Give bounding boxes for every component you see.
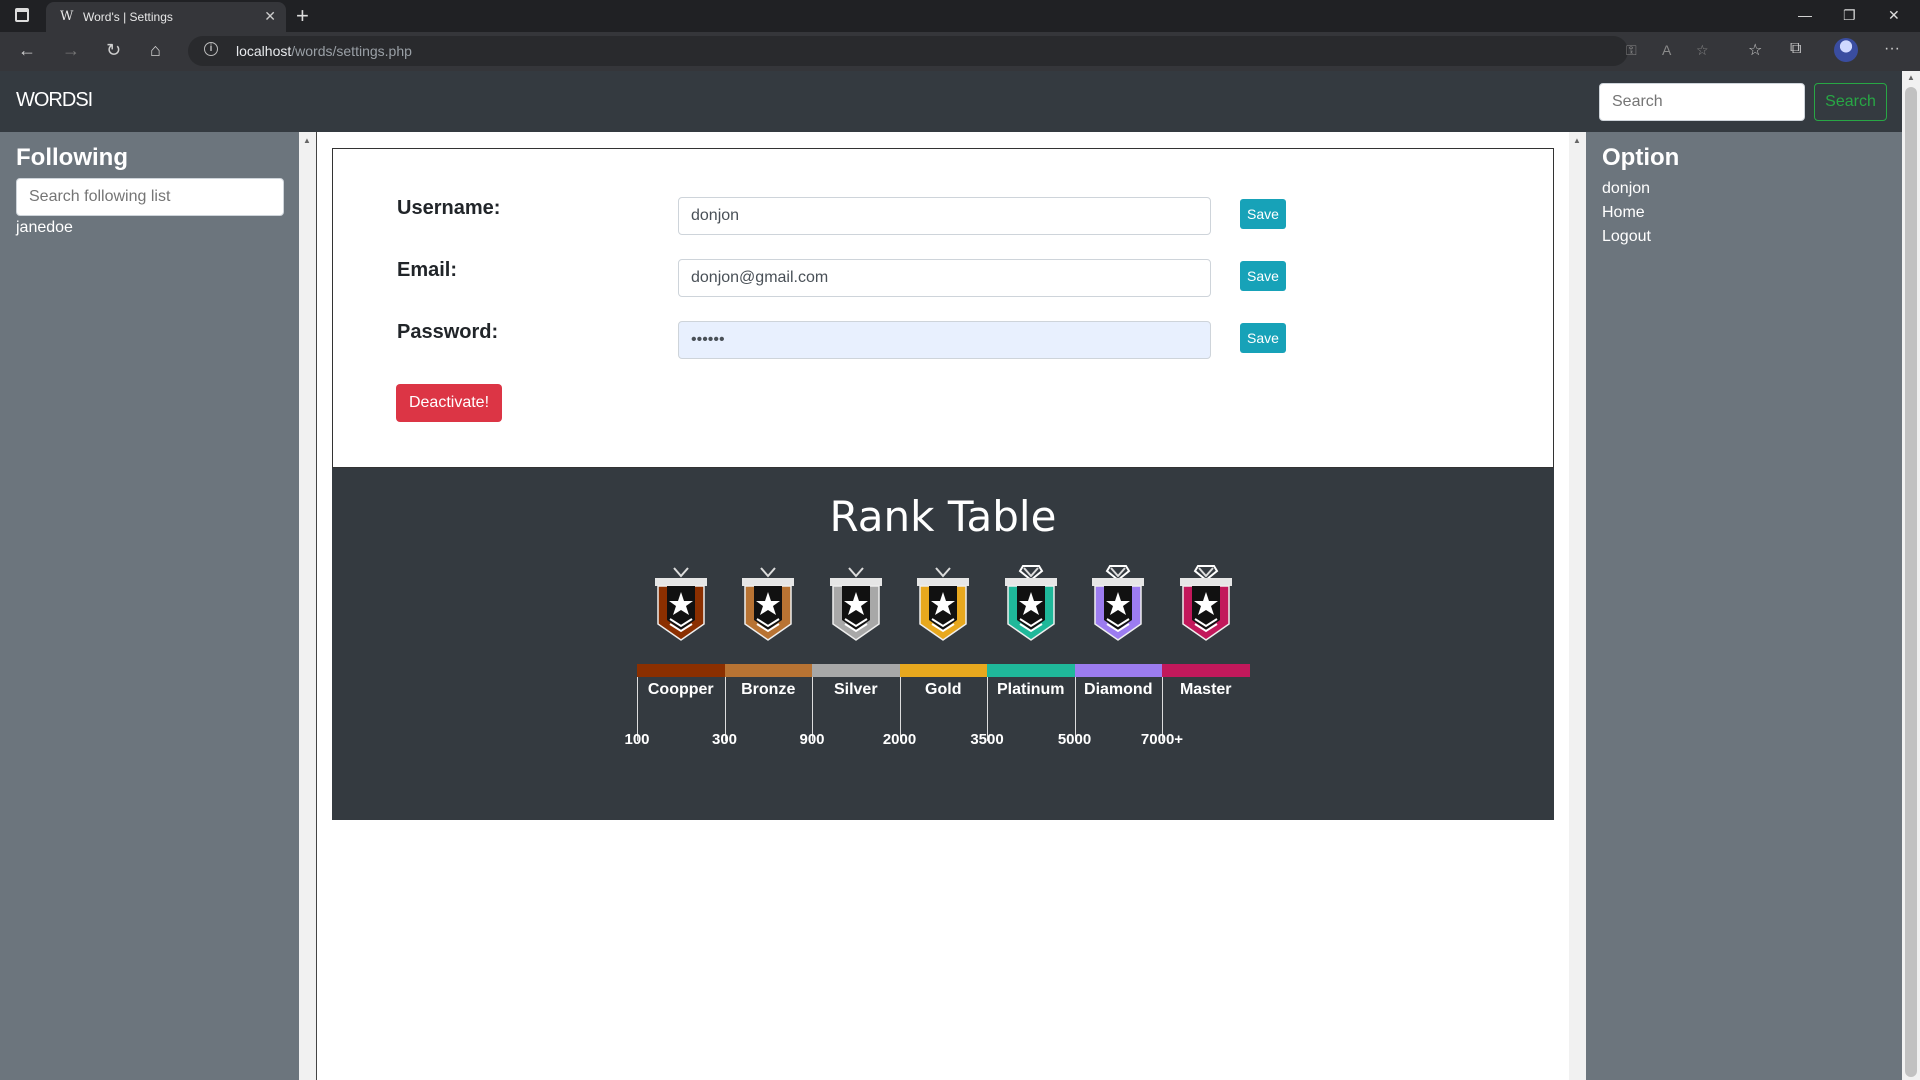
back-icon[interactable]: ← — [18, 40, 36, 61]
settings-card: Username: Save Email: Save Password: Sav… — [332, 148, 1554, 468]
browser-tab[interactable]: W Word's | Settings ✕ — [46, 2, 286, 32]
site-navbar: WORDSI Search — [0, 71, 1902, 132]
rank-badge-master-icon — [1179, 565, 1232, 641]
site-search-button[interactable]: Search — [1814, 83, 1887, 121]
rank-threshold: 100 — [624, 731, 650, 748]
save-password-button[interactable]: Save — [1240, 323, 1286, 353]
rank-name: Master — [1179, 681, 1232, 698]
key-icon[interactable]: ⚿ — [1626, 42, 1637, 59]
rank-table-title: Rank Table — [829, 492, 1057, 541]
tab-favicon-icon: W — [60, 9, 74, 24]
rank-name: Diamond — [1084, 681, 1153, 698]
rank-threshold: 300 — [711, 731, 738, 748]
sidebar-scrollbar[interactable]: ▲ — [299, 132, 316, 1080]
option-sidebar: Option donjon Home Logout — [1586, 132, 1902, 1080]
site-search-input[interactable] — [1599, 83, 1805, 121]
rank-bar-diamond — [1074, 664, 1162, 677]
url-text: localhost/words/settings.php — [236, 43, 412, 59]
password-label: Password: — [397, 321, 499, 343]
rank-bar-bronze — [724, 664, 812, 677]
new-tab-icon[interactable]: + — [296, 3, 309, 29]
rank-name: Silver — [833, 681, 878, 698]
restore-icon[interactable]: ❐ — [1843, 7, 1856, 24]
url-path: /words/settings.php — [291, 43, 412, 59]
rank-bar-platinum — [987, 664, 1075, 677]
rank-threshold: 7000+ — [1140, 731, 1184, 748]
tab-close-icon[interactable]: ✕ — [264, 8, 276, 25]
rank-bar-gold — [899, 664, 987, 677]
rank-name: Coopper — [647, 681, 714, 698]
site-info-icon[interactable]: i — [204, 42, 218, 56]
reload-icon[interactable]: ↻ — [106, 40, 121, 61]
rank-threshold: 5000 — [1057, 731, 1092, 748]
tab-title: Word's | Settings — [83, 10, 173, 24]
option-title: Option — [1602, 144, 1680, 171]
email-field[interactable] — [678, 259, 1211, 297]
rank-bar-silver — [812, 664, 900, 677]
following-search-input[interactable] — [16, 178, 284, 216]
option-item-home[interactable]: Home — [1602, 204, 1645, 222]
scroll-up-icon[interactable]: ▲ — [1573, 136, 1581, 145]
scrollbar-thumb[interactable] — [1905, 87, 1917, 1077]
more-menu-icon[interactable]: ··· — [1884, 40, 1900, 58]
rank-badge-platinum-icon — [1004, 565, 1057, 641]
brand-logo[interactable]: WORDSI — [16, 89, 93, 112]
rank-table-panel: Rank Table Coopper Bronze Silver Gold Platin… — [332, 468, 1554, 820]
rank-name: Platinum — [996, 681, 1065, 698]
scroll-up-icon[interactable]: ▲ — [303, 136, 311, 145]
email-label: Email: — [397, 259, 458, 281]
username-field[interactable] — [678, 197, 1211, 235]
rank-name: Bronze — [741, 681, 796, 698]
rank-name: Gold — [925, 681, 962, 698]
rank-bar-coopper — [637, 664, 725, 677]
minimize-icon[interactable]: — — [1798, 7, 1812, 23]
rank-threshold: 2000 — [882, 731, 917, 748]
following-item[interactable]: janedoe — [16, 219, 73, 237]
username-label: Username: — [397, 197, 501, 219]
url-host: localhost — [236, 43, 292, 59]
main-scrollbar[interactable]: ▲ — [1569, 132, 1586, 1080]
add-favorite-icon[interactable]: ☆ — [1696, 42, 1709, 59]
scroll-up-icon[interactable]: ▲ — [1907, 73, 1915, 82]
read-aloud-icon[interactable]: A — [1662, 42, 1671, 58]
page-scrollbar[interactable]: ▲ — [1902, 71, 1920, 1080]
profile-avatar[interactable] — [1834, 38, 1858, 62]
rank-badge-bronze-icon — [742, 567, 795, 641]
forward-icon[interactable]: → — [62, 40, 80, 61]
browser-toolbar: ← → ↻ ⌂ i localhost/words/settings.php ⚿… — [0, 32, 1920, 72]
save-username-button[interactable]: Save — [1240, 199, 1286, 229]
password-field[interactable] — [678, 321, 1211, 359]
collections-icon[interactable]: ⧉ — [1790, 40, 1801, 58]
save-email-button[interactable]: Save — [1240, 261, 1286, 291]
home-icon[interactable]: ⌂ — [150, 40, 161, 61]
rank-badge-silver-icon — [829, 567, 882, 641]
favorites-icon[interactable]: ☆ — [1748, 40, 1762, 60]
rank-threshold: 3500 — [970, 731, 1004, 748]
rank-badge-gold-icon — [917, 567, 970, 641]
rank-threshold: 900 — [799, 731, 825, 748]
following-sidebar: Following janedoe — [0, 132, 299, 1080]
option-item-logout[interactable]: Logout — [1602, 228, 1651, 246]
deactivate-button[interactable]: Deactivate! — [396, 384, 502, 422]
column-divider — [316, 132, 317, 1080]
window-menu-icon[interactable] — [15, 8, 29, 22]
rank-bar-master — [1162, 664, 1250, 677]
browser-tabstrip: W Word's | Settings ✕ + — ❐ ✕ — [0, 0, 1920, 32]
address-bar[interactable]: i localhost/words/settings.php ⚿ A ☆ — [188, 36, 1709, 66]
close-window-icon[interactable]: ✕ — [1888, 7, 1900, 24]
rank-badge-coopper-icon — [654, 567, 707, 641]
rank-badge-diamond-icon — [1092, 565, 1145, 641]
following-title: Following — [16, 144, 128, 171]
option-item-profile[interactable]: donjon — [1602, 180, 1650, 198]
